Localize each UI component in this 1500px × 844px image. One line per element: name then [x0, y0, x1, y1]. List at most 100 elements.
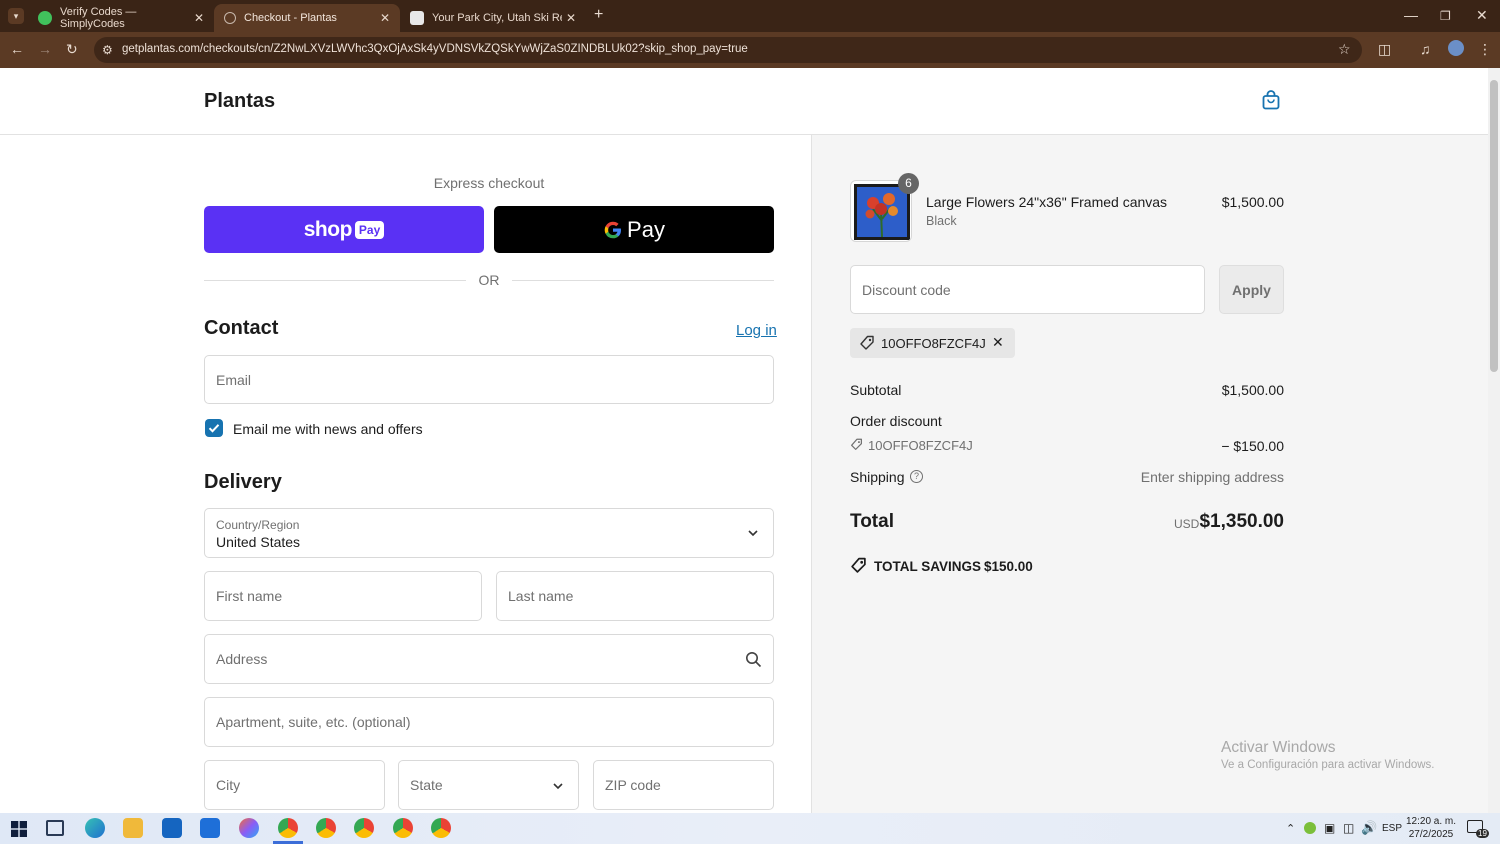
clock[interactable]: 12:20 a. m. 27/2/2025	[1404, 815, 1458, 841]
first-name-placeholder: First name	[216, 588, 283, 604]
apply-button[interactable]: Apply	[1219, 265, 1284, 314]
shipping-value: Enter shipping address	[1140, 469, 1284, 485]
security-tray-icon[interactable]	[1304, 822, 1316, 834]
product-name: Large Flowers 24"x36" Framed canvas	[926, 194, 1168, 210]
subtotal-label: Subtotal	[850, 382, 902, 398]
state-placeholder: State	[410, 777, 443, 793]
email-field[interactable]: Email	[204, 355, 774, 404]
applied-discount-tag: 10OFFO8FZCF4J ✕	[850, 328, 1015, 358]
discount-placeholder: Discount code	[862, 282, 951, 298]
delivery-heading: Delivery	[204, 471, 282, 493]
copilot-icon[interactable]	[239, 818, 259, 838]
contact-heading: Contact	[204, 317, 279, 339]
product-price: $1,500.00	[1221, 194, 1284, 210]
tab-title: Your Park City, Utah Ski Resort |	[432, 12, 562, 24]
chrome-profile-5-icon[interactable]	[431, 818, 451, 838]
email-placeholder: Email	[216, 372, 252, 388]
tag-icon	[860, 335, 874, 350]
store-logo[interactable]: Plantas	[204, 90, 275, 113]
media-icon[interactable]: ♫	[1420, 42, 1431, 56]
reload-icon[interactable]: ↻	[66, 42, 78, 56]
chrome-icon[interactable]	[278, 818, 298, 838]
apartment-field[interactable]: Apartment, suite, etc. (optional)	[204, 697, 774, 747]
apartment-placeholder: Apartment, suite, etc. (optional)	[216, 714, 411, 730]
close-icon[interactable]: ✕	[566, 11, 576, 25]
tab-simplycodes[interactable]: Verify Codes — SimplyCodes ✕	[28, 4, 214, 32]
chrome-profile-2-icon[interactable]	[316, 818, 336, 838]
chevron-down-icon	[553, 783, 563, 790]
chevron-down-icon	[748, 530, 758, 537]
url-text: getplantas.com/checkouts/cn/Z2NwLXVzLWVh…	[122, 43, 748, 55]
scrollbar-thumb[interactable]	[1490, 80, 1498, 372]
discount-code-field[interactable]: Discount code	[850, 265, 1205, 314]
forward-icon[interactable]: →	[38, 42, 52, 56]
savings-tag-icon	[851, 557, 866, 573]
outlook-icon[interactable]	[162, 818, 182, 838]
state-select[interactable]: State	[398, 760, 579, 810]
back-icon[interactable]: ←	[10, 42, 24, 56]
google-pay-label: Pay	[627, 216, 665, 242]
address-field[interactable]: Address	[204, 634, 774, 684]
shop-pay-button[interactable]: shop Pay	[204, 206, 484, 253]
menu-kebab-icon[interactable]: ⋮	[1478, 42, 1492, 56]
country-select[interactable]: Country/Region United States	[204, 508, 774, 558]
shopping-bag-icon[interactable]	[1262, 90, 1280, 110]
shop-pay-logo-text: shop	[303, 217, 353, 241]
store-header: Plantas	[0, 68, 1488, 135]
new-tab-icon[interactable]: +	[594, 7, 603, 23]
or-label: OR	[478, 272, 500, 288]
first-name-field[interactable]: First name	[204, 571, 482, 621]
divider-left	[204, 280, 466, 281]
battery-icon[interactable]: ◫	[1343, 821, 1354, 835]
watermark-line-1: Activar Windows	[1221, 739, 1336, 756]
address-bar[interactable]: ⚙ getplantas.com/checkouts/cn/Z2NwLXVzLW…	[94, 37, 1362, 63]
login-link[interactable]: Log in	[736, 322, 777, 339]
zip-field[interactable]: ZIP code	[593, 760, 774, 810]
clock-date: 27/2/2025	[1408, 829, 1454, 840]
tab-checkout[interactable]: Checkout - Plantas ✕	[214, 4, 400, 32]
help-circle-icon[interactable]: ?	[910, 470, 923, 483]
google-pay-button[interactable]: Pay	[494, 206, 774, 253]
last-name-field[interactable]: Last name	[496, 571, 774, 621]
windows-start-icon[interactable]	[11, 821, 27, 837]
site-info-icon[interactable]: ⚙	[102, 43, 113, 57]
total-savings-value: $150.00	[984, 559, 1033, 574]
profile-avatar-icon[interactable]	[1448, 40, 1464, 56]
country-value: United States	[216, 534, 301, 550]
divider-right	[512, 280, 774, 281]
city-field[interactable]: City	[204, 760, 385, 810]
shipping-label: Shipping	[850, 469, 905, 485]
tab-park-city[interactable]: Your Park City, Utah Ski Resort | ✕	[400, 4, 586, 32]
total-value: $1,350.00	[1199, 511, 1284, 532]
volume-icon[interactable]: 🔊	[1361, 820, 1377, 836]
express-checkout-heading: Express checkout	[433, 175, 545, 191]
bookmark-star-icon[interactable]: ☆	[1338, 42, 1351, 56]
tab-search-icon[interactable]: ▾	[8, 8, 24, 24]
checkout-form: Express checkout shop Pay Pay OR Contact…	[0, 135, 811, 813]
window-close-icon[interactable]: ✕	[1476, 8, 1488, 22]
total-savings-label: TOTAL SAVINGS	[874, 559, 982, 574]
address-placeholder: Address	[216, 651, 268, 667]
edge-icon[interactable]	[85, 818, 105, 838]
restore-icon[interactable]: ❐	[1440, 9, 1451, 23]
file-explorer-icon[interactable]	[123, 818, 143, 838]
tab-title: Verify Codes — SimplyCodes	[60, 6, 137, 30]
windows-activation-watermark: Activar Windows Ve a Configuración para …	[1221, 739, 1435, 771]
task-view-icon[interactable]	[46, 820, 64, 836]
store-icon[interactable]	[200, 818, 220, 838]
minimize-icon[interactable]: —	[1404, 8, 1418, 22]
chrome-profile-4-icon[interactable]	[393, 818, 413, 838]
close-icon[interactable]: ✕	[380, 11, 390, 25]
chevron-up-icon[interactable]: ⌃	[1286, 822, 1295, 835]
newsletter-checkbox[interactable]	[205, 419, 223, 437]
extensions-icon[interactable]: ◫	[1378, 42, 1391, 56]
remove-discount-icon[interactable]: ✕	[992, 334, 1004, 351]
order-discount-value: − $150.00	[1221, 438, 1284, 454]
language-indicator[interactable]: ESP	[1382, 823, 1402, 834]
tab-title: Checkout - Plantas	[244, 12, 337, 24]
close-icon[interactable]: ✕	[194, 11, 204, 25]
network-icon[interactable]: ▣	[1324, 821, 1335, 835]
order-summary: 6 Large Flowers 24"x36" Framed canvas Bl…	[811, 135, 1488, 813]
chrome-profile-3-icon[interactable]	[354, 818, 374, 838]
subtotal-value: $1,500.00	[1221, 382, 1284, 398]
